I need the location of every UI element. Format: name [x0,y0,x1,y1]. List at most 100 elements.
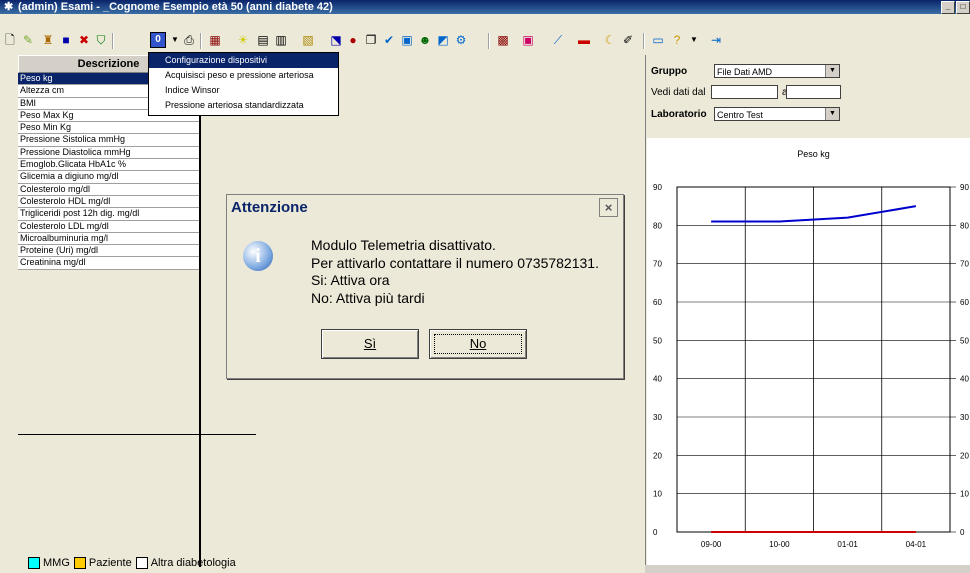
y-tick-label: 60 [653,298,662,307]
laboratorio-value: Centro Test [717,110,763,120]
source-legend: MMG Paziente Altra diabetologia [24,553,236,573]
maximize-button[interactable]: □ [956,1,970,14]
attention-dialog: Attenzione × i Modulo Telemetria disatti… [226,194,624,379]
date-from-field[interactable] [711,85,778,99]
legend-checkbox[interactable] [73,557,86,569]
table-row[interactable]: Colesterolo HDL mg/dl [18,195,199,209]
date-to-field[interactable] [786,85,841,99]
check-icon[interactable]: ✔ [381,32,397,48]
y-tick-label-right: 50 [960,336,969,345]
dialog-title: Attenzione [231,199,308,216]
note-icon[interactable]: ✐ [620,32,636,48]
vedi-dati-label: Vedi dati dal [651,87,706,98]
yes-button[interactable]: Sì [321,329,419,359]
legend-checkbox[interactable] [135,557,148,569]
y-tick-label-right: 70 [960,260,969,269]
table-row[interactable]: Proteine (Uri) mg/dl [18,245,199,258]
menu-item[interactable]: Configurazione dispositivi [149,53,338,68]
y-tick-label-right: 0 [960,528,965,537]
minimize-button[interactable]: _ [941,1,955,14]
horizontal-scrollbar[interactable] [645,565,970,573]
table-row[interactable]: Colesterolo mg/dl [18,183,199,196]
y-tick-label: 10 [653,490,662,499]
y-tick-label: 90 [653,183,662,192]
chart-title: Peso kg [797,149,830,159]
y-tick-label: 80 [653,221,662,230]
message-line: Per attivarlo contattare il numero 07357… [311,254,599,271]
moon-icon[interactable]: ☾ [602,32,618,48]
table-row[interactable]: Pressione Diastolica mmHg [18,146,199,160]
dialog-message: Modulo Telemetria disattivato. Per attiv… [311,237,599,307]
table-row[interactable]: Pressione Sistolica mmHg [18,134,199,147]
flag-icon[interactable]: ▬ [576,32,592,48]
y-tick-label-right: 40 [960,375,969,384]
chat-icon[interactable]: ◩ [435,32,451,48]
message-line: Si: Attiva ora [311,272,390,288]
dropdown-icon[interactable]: ▼ [686,32,702,48]
left-strip [0,55,18,573]
x-tick-label: 01-01 [837,540,858,549]
toolbar-separator [112,33,114,49]
table-row[interactable]: Peso Min Kg [18,122,199,135]
table-row[interactable]: Microalbuminuria mg/l [18,232,199,246]
close-icon[interactable]: × [599,198,618,217]
table-row[interactable]: Colesterolo LDL mg/dl [18,220,199,233]
window-controls: _ □ [940,1,970,14]
graph-icon[interactable]: ⬔ [328,32,344,48]
info-icon: i [243,241,273,271]
y-tick-label-right: 90 [960,183,969,192]
y-tick-label: 50 [653,336,662,345]
calendar-icon[interactable]: ▤ [255,32,271,48]
no-button-label: No [469,336,487,351]
lightbulb-icon[interactable]: ☀ [235,32,251,48]
window-icon[interactable]: ▣ [520,32,536,48]
splitter-horizontal[interactable] [18,434,256,435]
monitor-icon[interactable]: ▭ [650,32,666,48]
splitter-vertical[interactable] [199,55,201,567]
app-icon: ✱ [4,1,14,13]
exit-icon[interactable]: ⇥ [708,32,724,48]
grid-icon[interactable]: ▦ [207,32,223,48]
table-icon[interactable]: ▩ [495,32,511,48]
report-icon[interactable]: ▣ [399,32,415,48]
legend-label: Paziente [88,557,132,569]
window-title: (admin) Esami - _Cognome Esempio età 50 … [18,1,333,13]
list-icon[interactable]: ▧ [300,32,316,48]
y-tick-label: 30 [653,413,662,422]
menu-item[interactable]: Pressione arteriosa standardizzata [149,98,338,113]
save-icon[interactable]: ■ [58,32,74,48]
delete-icon[interactable]: ✖ [76,32,92,48]
chart-icon[interactable]: ▥ [273,32,289,48]
pill-icon[interactable]: ● [345,32,361,48]
people-icon[interactable]: ☻ [417,32,433,48]
settings-icon[interactable]: ⚙ [453,32,469,48]
laboratorio-select[interactable]: Centro Test ▼ [714,107,840,121]
telemetry-icon[interactable]: 0 [150,32,166,48]
chevron-down-icon[interactable]: ▼ [825,65,839,77]
x-tick-label: 04-01 [906,540,927,549]
y-tick-label-right: 60 [960,298,969,307]
telemetry-menu: Configurazione dispositivi Acquisisci pes… [148,52,339,116]
menu-item[interactable]: Acquisisci peso e pressione arteriosa [149,68,338,83]
import-icon[interactable]: ♜ [40,32,56,48]
line-icon[interactable]: ⟋ [550,32,566,48]
legend-label: Altra diabetologia [150,557,236,569]
table-row[interactable]: Glicemia a digiuno mg/dl [18,171,199,184]
table-row[interactable]: Trigliceridi post 12h dig. mg/dl [18,208,199,221]
y-tick-label: 70 [653,260,662,269]
menu-item[interactable]: Indice Winsor [149,83,338,98]
pages-icon[interactable]: ❐ [363,32,379,48]
no-button[interactable]: No [429,329,527,359]
print-icon[interactable]: ⎙ [181,32,197,48]
y-tick-label-right: 10 [960,490,969,499]
table-row[interactable]: Creatinina mg/dl [18,257,199,270]
gruppo-select[interactable]: File Dati AMD ▼ [714,64,840,78]
user-icon[interactable]: ✎ [20,32,36,48]
table-row[interactable]: Emoglob.Glicata HbA1c % [18,159,199,172]
chevron-down-icon[interactable]: ▼ [825,108,839,120]
help-icon[interactable]: ? [669,32,685,48]
dialog-title-bar: Attenzione × [227,195,623,221]
shield-icon[interactable]: ⛉ [93,32,109,48]
new-icon[interactable]: 🗋 [2,32,18,48]
legend-checkbox[interactable] [28,557,40,569]
